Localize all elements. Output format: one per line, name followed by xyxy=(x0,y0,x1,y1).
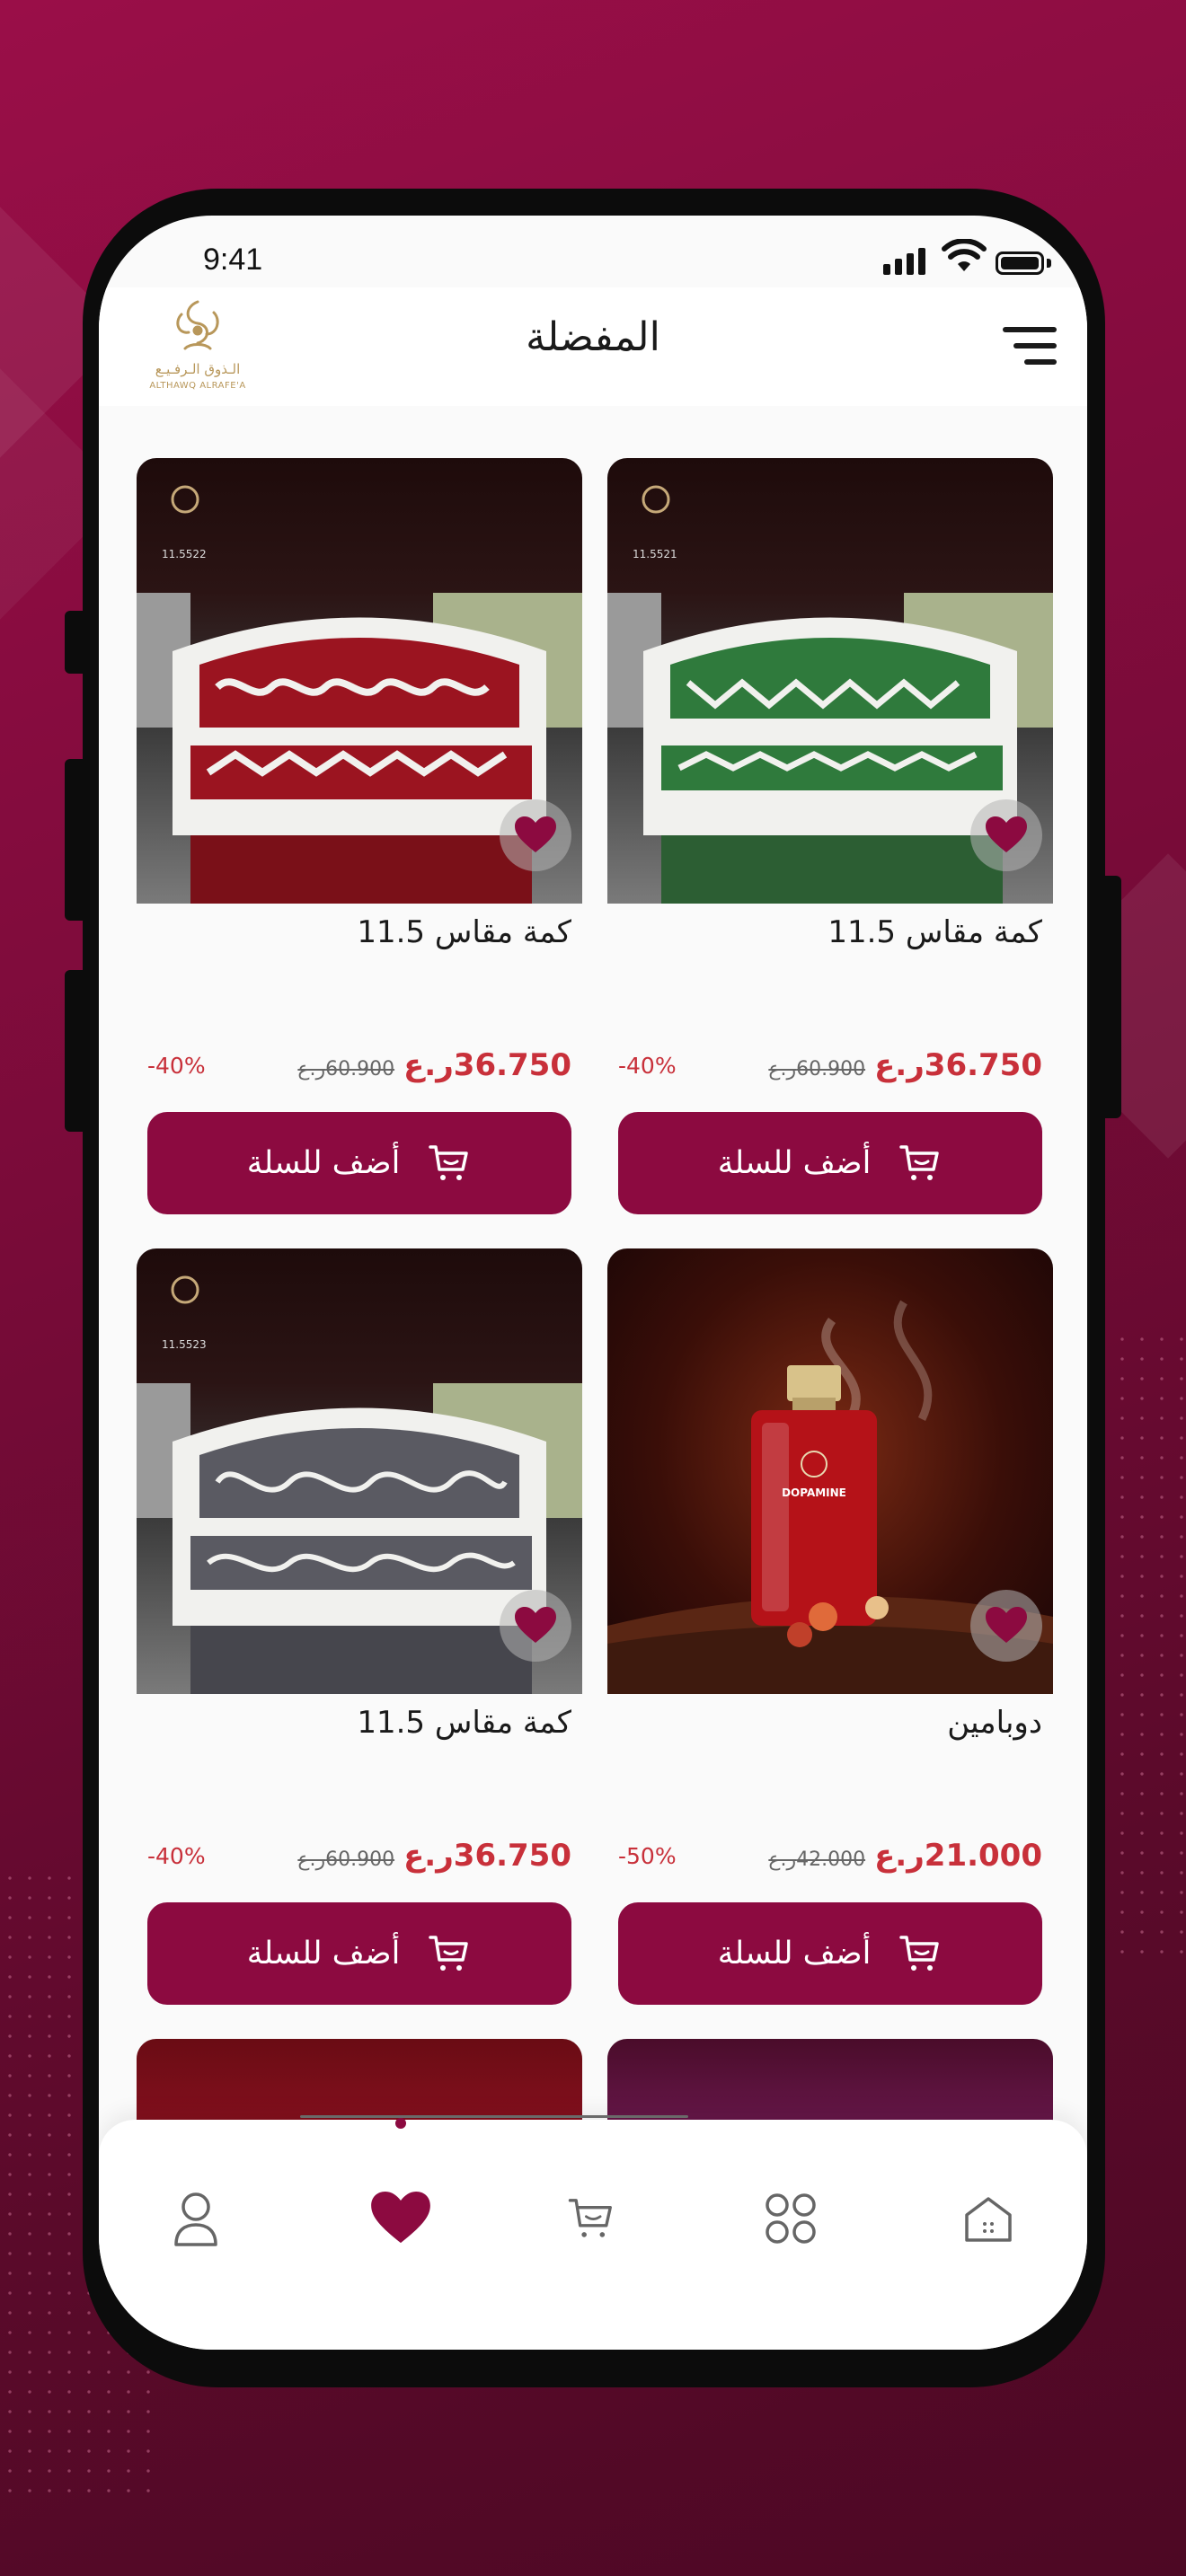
profile-icon xyxy=(174,2192,217,2246)
favorite-toggle[interactable] xyxy=(970,1590,1042,1662)
favorite-toggle[interactable] xyxy=(970,799,1042,871)
product-name: كمة مقاس 11.5 xyxy=(828,914,1042,950)
old-price: 42.000ر.ع xyxy=(768,1848,866,1871)
add-to-cart-label: أضف للسلة xyxy=(246,1145,401,1181)
heart-icon xyxy=(515,1607,556,1643)
heart-icon xyxy=(986,1607,1027,1643)
home-icon xyxy=(965,2197,1012,2242)
price-row: 21.000ر.ع 42.000ر.ع xyxy=(768,1838,1042,1874)
logo-text-en: ALTHAWQ ALRAFE'A xyxy=(149,381,246,391)
product-price: 36.750ر.ع xyxy=(403,1838,571,1874)
home-indicator xyxy=(300,2115,688,2118)
image-code-label: 11.5523 xyxy=(162,1338,207,1351)
product-card[interactable]: 11.5521 كمة مقاس 11.5 -40% 36.750ر.ع 60.… xyxy=(607,458,1053,1214)
product-card[interactable]: DOPAMINE دوبامين -50% 21.000ر.ع 42.000ر.… xyxy=(607,1248,1053,2005)
old-price: 60.900ر.ع xyxy=(297,1848,395,1871)
nav-cart[interactable] xyxy=(555,2183,627,2254)
menu-icon xyxy=(1003,327,1057,332)
nav-profile[interactable] xyxy=(160,2183,232,2254)
discount-badge: -40% xyxy=(147,1843,206,1869)
app-screen: 9:41 الـذوق الـرفـيـع ALTHAWQ ALRAFE'A ا… xyxy=(99,216,1087,2350)
image-code-label: 11.5521 xyxy=(633,548,677,560)
product-price: 36.750ر.ع xyxy=(874,1047,1042,1083)
favorites-icon xyxy=(371,2192,430,2244)
product-image[interactable]: 11.5522 xyxy=(137,458,582,904)
battery-tip xyxy=(1047,259,1051,268)
cart-icon xyxy=(899,1936,940,1971)
product-image[interactable]: 11.5523 xyxy=(137,1248,582,1694)
add-to-cart-button[interactable]: أضف للسلة xyxy=(147,1902,571,2005)
product-image[interactable]: DOPAMINE xyxy=(607,1248,1053,1694)
favorite-toggle[interactable] xyxy=(500,799,571,871)
add-to-cart-button[interactable]: أضف للسلة xyxy=(618,1112,1042,1214)
battery-icon xyxy=(996,251,1044,275)
bottom-nav xyxy=(99,2118,1087,2350)
active-indicator xyxy=(395,2118,406,2129)
product-card[interactable]: 11.5522 كمة مقاس 11.5 -40% 36.750ر.ع 60.… xyxy=(137,458,582,1214)
product-name: دوبامين xyxy=(947,1705,1042,1741)
product-card[interactable]: 11.5523 كمة مقاس 11.5 -40% 36.750ر.ع 60.… xyxy=(137,1248,582,2005)
add-to-cart-label: أضف للسلة xyxy=(717,1936,872,1972)
wifi-icon xyxy=(942,239,987,271)
image-code-label: 11.5522 xyxy=(162,548,207,560)
page-title: المفضلة xyxy=(526,314,660,360)
product-name: كمة مقاس 11.5 xyxy=(357,914,571,950)
categories-icon xyxy=(766,2193,816,2244)
bottle-label: DOPAMINE xyxy=(782,1486,846,1499)
favorite-toggle[interactable] xyxy=(500,1590,571,1662)
nav-favorites[interactable] xyxy=(365,2183,437,2254)
discount-badge: -40% xyxy=(618,1053,677,1079)
price-row: 36.750ر.ع 60.900ر.ع xyxy=(297,1838,571,1874)
cart-icon xyxy=(429,1936,469,1971)
old-price: 60.900ر.ع xyxy=(768,1058,866,1081)
status-time: 9:41 xyxy=(203,243,263,277)
discount-badge: -50% xyxy=(618,1843,677,1869)
product-price: 21.000ر.ع xyxy=(874,1838,1042,1874)
menu-icon xyxy=(1013,343,1057,348)
menu-icon xyxy=(1024,359,1057,365)
product-price: 36.750ر.ع xyxy=(403,1047,571,1083)
discount-badge: -40% xyxy=(147,1053,206,1079)
cart-icon xyxy=(429,1145,469,1180)
logo-text-ar: الـذوق الـرفـيـع xyxy=(155,361,241,377)
menu-button[interactable] xyxy=(1003,327,1057,366)
product-image[interactable]: 11.5521 xyxy=(607,458,1053,904)
add-to-cart-label: أضف للسلة xyxy=(717,1145,872,1181)
app-header: الـذوق الـرفـيـع ALTHAWQ ALRAFE'A المفضل… xyxy=(99,287,1087,406)
heart-icon xyxy=(986,816,1027,852)
nav-home[interactable] xyxy=(952,2183,1024,2254)
add-to-cart-label: أضف للسلة xyxy=(246,1936,401,1972)
old-price: 60.900ر.ع xyxy=(297,1058,395,1081)
nav-categories[interactable] xyxy=(755,2183,827,2254)
cart-icon xyxy=(899,1145,940,1180)
product-name: كمة مقاس 11.5 xyxy=(357,1705,571,1741)
heart-icon xyxy=(515,816,556,852)
add-to-cart-button[interactable]: أضف للسلة xyxy=(618,1902,1042,2005)
price-row: 36.750ر.ع 60.900ر.ع xyxy=(297,1047,571,1083)
price-row: 36.750ر.ع 60.900ر.ع xyxy=(768,1047,1042,1083)
signal-icon xyxy=(883,248,925,275)
add-to-cart-button[interactable]: أضف للسلة xyxy=(147,1112,571,1214)
cart-icon xyxy=(568,2199,612,2237)
